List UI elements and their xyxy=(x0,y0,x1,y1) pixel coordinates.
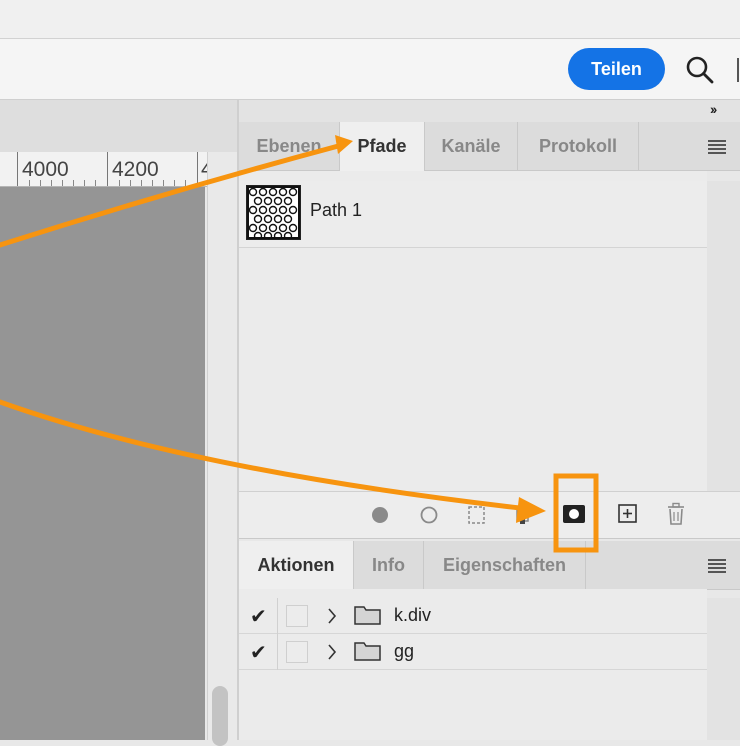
actions-panel-tabbar: Aktionen Info Eigenschaften xyxy=(239,541,740,590)
tab-kanaele[interactable]: Kanäle xyxy=(425,122,518,170)
load-selection-icon[interactable] xyxy=(467,504,487,526)
collapse-panels-icon[interactable]: ›› xyxy=(710,101,717,117)
stroke-path-icon[interactable] xyxy=(419,505,439,525)
tab-pfade[interactable]: Pfade xyxy=(340,122,425,171)
folder-icon xyxy=(354,606,381,625)
document-canvas[interactable] xyxy=(0,187,205,740)
chevron-right-icon[interactable] xyxy=(326,606,338,626)
canvas-vertical-scrollbar[interactable] xyxy=(207,152,238,740)
panel-menu-icon[interactable] xyxy=(708,559,726,575)
folder-icon xyxy=(354,642,381,661)
title-strip xyxy=(0,0,740,39)
action-set-row[interactable] xyxy=(239,598,707,634)
dialog-toggle[interactable] xyxy=(286,605,308,627)
action-set-name: k.div xyxy=(394,605,432,625)
horizontal-ruler: 4000 4200 4 xyxy=(0,152,207,187)
dialog-toggle[interactable] xyxy=(286,641,308,663)
paths-scrollbar[interactable] xyxy=(707,181,740,491)
action-set-name: gg xyxy=(394,641,415,661)
ruler-label: 4200 xyxy=(112,158,159,181)
make-work-path-icon[interactable] xyxy=(513,504,533,526)
path-name: Path 1 xyxy=(310,200,363,220)
action-enabled-check[interactable]: ✔ xyxy=(250,604,267,629)
panel-dock-header xyxy=(239,100,740,123)
scrollbar-thumb[interactable] xyxy=(212,686,228,746)
share-button[interactable]: Teilen xyxy=(568,48,665,90)
search-icon[interactable] xyxy=(684,54,716,86)
new-path-icon[interactable] xyxy=(617,503,639,525)
ruler-label: 4000 xyxy=(22,158,69,181)
path-thumbnail xyxy=(246,185,301,240)
panel-menu-icon[interactable] xyxy=(708,140,726,156)
actions-scrollbar[interactable] xyxy=(707,598,740,740)
paths-panel-tabbar: Ebenen Pfade Kanäle Protokoll xyxy=(239,122,740,171)
fill-path-icon[interactable] xyxy=(370,505,390,525)
tab-ebenen[interactable]: Ebenen xyxy=(239,122,340,170)
document-tab-bar xyxy=(0,100,237,153)
tab-info[interactable]: Info xyxy=(354,541,424,589)
tab-aktionen[interactable]: Aktionen xyxy=(239,541,354,590)
paths-footer-toolbar xyxy=(239,491,740,539)
action-enabled-check[interactable]: ✔ xyxy=(250,640,267,665)
toolbar-divider xyxy=(737,58,739,82)
action-set-row[interactable] xyxy=(239,634,707,670)
tab-eigenschaften[interactable]: Eigenschaften xyxy=(424,541,586,589)
tab-protokoll[interactable]: Protokoll xyxy=(518,122,639,170)
delete-icon[interactable] xyxy=(666,502,686,526)
add-mask-icon[interactable] xyxy=(562,503,586,525)
chevron-right-icon[interactable] xyxy=(326,642,338,662)
